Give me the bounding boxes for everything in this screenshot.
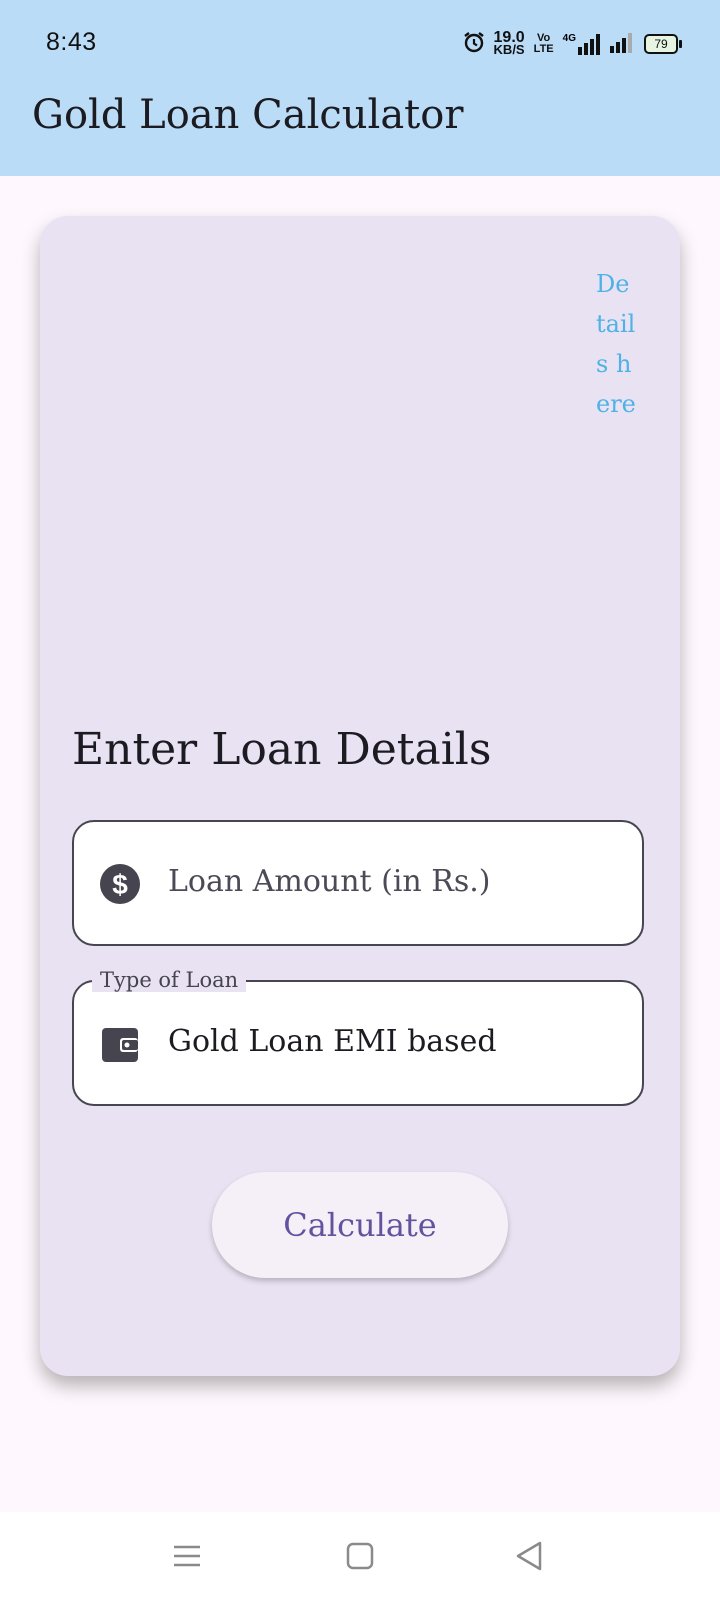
- status-bar: 8:43 19.0 KB/S Vo LTE 4G 79: [0, 0, 720, 88]
- loan-type-field[interactable]: Type of Loan Gold Loan EMI based: [72, 968, 644, 1106]
- home-square-icon[interactable]: [342, 1538, 378, 1574]
- menu-icon[interactable]: [170, 1538, 206, 1574]
- volte-indicator: Vo LTE: [533, 32, 554, 55]
- status-icons: 19.0 KB/S Vo LTE 4G 79: [462, 26, 682, 62]
- section-title: Enter Loan Details: [72, 724, 492, 775]
- system-nav-bar: [0, 1512, 720, 1600]
- loan-type-value[interactable]: Gold Loan EMI based: [168, 1024, 497, 1059]
- loan-type-label: Type of Loan: [92, 968, 247, 992]
- wallet-icon: [100, 1024, 140, 1064]
- app-title: Gold Loan Calculator: [32, 92, 464, 138]
- loan-card: Details here Enter Loan Details $ Type o…: [40, 216, 680, 1376]
- alarm-icon: [462, 30, 486, 59]
- status-time: 8:43: [46, 28, 97, 56]
- net-speed: 19.0 KB/S: [493, 29, 525, 57]
- dollar-circle-icon: $: [100, 864, 140, 904]
- signal-icon: [610, 31, 636, 58]
- signal-4g-icon: 4G: [563, 33, 602, 55]
- details-link[interactable]: Details here: [596, 264, 636, 424]
- back-triangle-icon[interactable]: [512, 1538, 548, 1574]
- battery-icon: 79: [644, 34, 682, 54]
- loan-amount-input[interactable]: [168, 864, 608, 899]
- svg-text:$: $: [112, 869, 128, 900]
- calculate-button[interactable]: Calculate: [212, 1172, 508, 1278]
- loan-amount-field[interactable]: $: [72, 820, 644, 946]
